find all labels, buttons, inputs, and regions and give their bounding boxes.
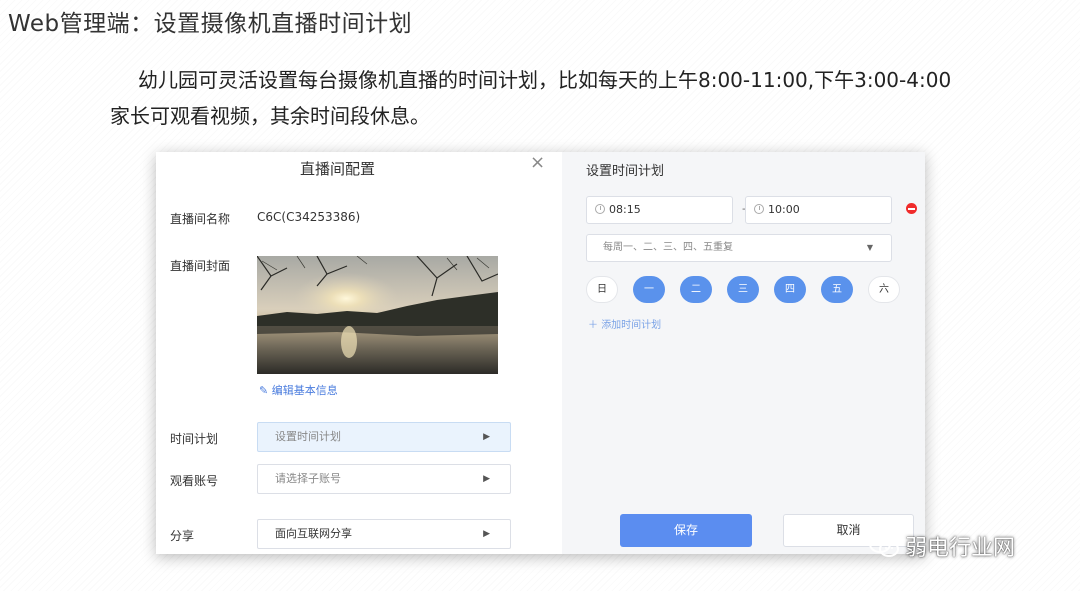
schedule-panel: 设置时间计划 08:15 - 10:00 每周一、二、三、四、五重复 ▼ 日一二…: [562, 152, 925, 554]
account-label: 观看账号: [170, 474, 219, 488]
repeat-select-value: 每周一、二、三、四、五重复: [603, 242, 733, 253]
start-time-input[interactable]: 08:15: [586, 196, 733, 224]
day-toggle[interactable]: 日: [586, 276, 618, 303]
room-name-label: 直播间名称: [170, 212, 231, 226]
plus-icon: ＋: [588, 320, 602, 331]
room-name-value: C6C(C34253386): [257, 210, 361, 224]
intro-paragraph: 幼儿园可灵活设置每台摄像机直播的时间计划，比如每天的上午8:00-11:00,下…: [110, 68, 952, 128]
end-time-value: 10:00: [768, 203, 800, 216]
day-toggle[interactable]: 六: [868, 276, 900, 303]
edit-link-label: 编辑基本信息: [271, 384, 338, 397]
end-time-input[interactable]: 10:00: [745, 196, 892, 224]
caret-right-icon: ▶: [483, 529, 490, 539]
schedule-panel-title: 设置时间计划: [586, 164, 665, 179]
schedule-select[interactable]: 设置时间计划 ▶: [257, 422, 511, 452]
caret-down-icon: ▼: [866, 243, 873, 252]
share-select[interactable]: 面向互联网分享 ▶: [257, 519, 511, 549]
day-toggle[interactable]: 四: [774, 276, 806, 303]
config-left-panel: 直播间配置 × 直播间名称 C6C(C34253386) 直播间封面 ✎ 编辑基…: [156, 152, 562, 554]
wechat-icon: [869, 535, 899, 557]
day-toggle[interactable]: 二: [680, 276, 712, 303]
watermark: 弱电行业网: [868, 530, 1015, 562]
clock-icon: [754, 204, 764, 214]
edit-icon: ✎: [259, 384, 272, 397]
add-schedule-label: 添加时间计划: [601, 320, 662, 331]
caret-right-icon: ▶: [483, 432, 490, 442]
share-select-value: 面向互联网分享: [275, 527, 352, 540]
dialog-title: 直播间配置: [299, 160, 375, 178]
schedule-label: 时间计划: [170, 432, 219, 446]
repeat-select[interactable]: 每周一、二、三、四、五重复 ▼: [586, 234, 892, 262]
edit-basic-info-link[interactable]: ✎ 编辑基本信息: [259, 382, 338, 398]
account-select-placeholder: 请选择子账号: [275, 472, 341, 485]
clock-icon: [595, 204, 605, 214]
schedule-select-value: 设置时间计划: [275, 430, 341, 443]
day-toggle[interactable]: 一: [633, 276, 665, 303]
slide-title: Web管理端：设置摄像机直播时间计划: [8, 11, 413, 37]
day-toggle[interactable]: 三: [727, 276, 759, 303]
day-toggle[interactable]: 五: [821, 276, 853, 303]
cover-image: [257, 256, 498, 374]
share-label: 分享: [170, 529, 195, 543]
remove-time-icon[interactable]: [906, 203, 917, 214]
watermark-text: 弱电行业网: [905, 536, 1016, 561]
add-schedule-link[interactable]: ＋ 添加时间计划: [588, 316, 661, 331]
start-time-value: 08:15: [609, 203, 641, 216]
account-select[interactable]: 请选择子账号 ▶: [257, 464, 511, 494]
cover-label: 直播间封面: [170, 259, 231, 273]
live-room-config-dialog: 直播间配置 × 直播间名称 C6C(C34253386) 直播间封面 ✎ 编辑基…: [156, 152, 925, 554]
save-button[interactable]: 保存: [620, 514, 752, 547]
caret-right-icon: ▶: [483, 474, 490, 484]
close-icon[interactable]: ×: [530, 152, 545, 173]
